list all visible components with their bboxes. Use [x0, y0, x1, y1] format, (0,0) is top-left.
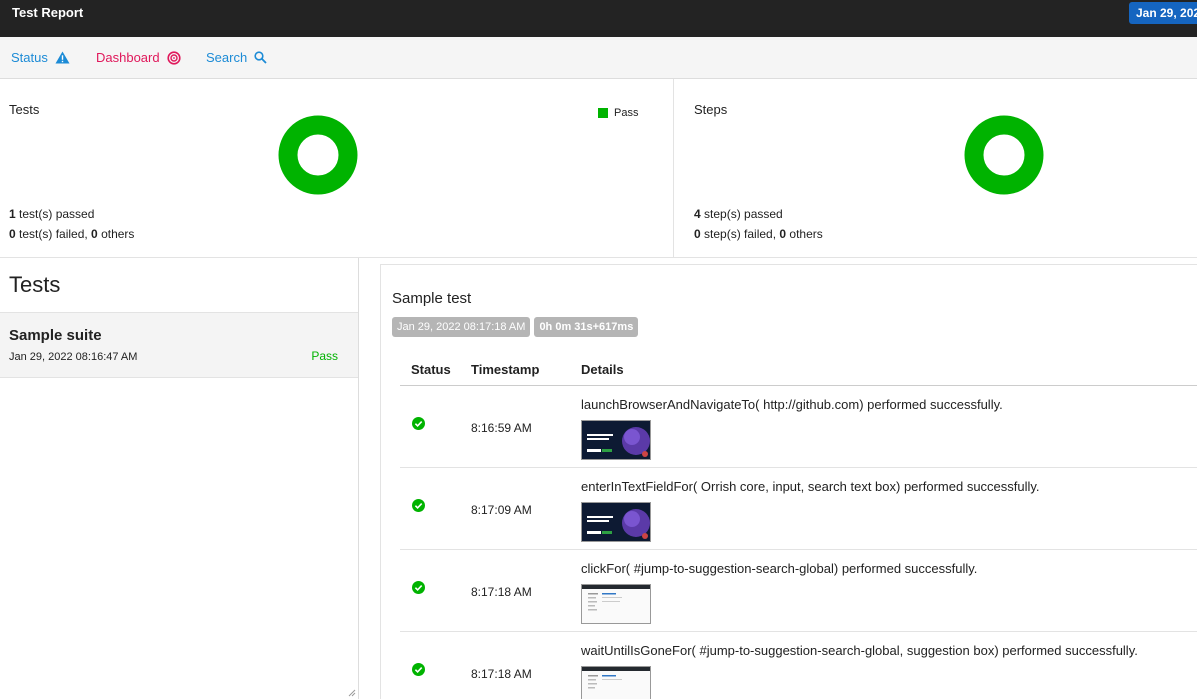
- tests-failed-line: 0 test(s) failed, 0 others: [9, 227, 135, 241]
- table-row: 8:17:18 AM clickFor( #jump-to-suggestion…: [400, 550, 1197, 632]
- steps-failed-line: 0 step(s) failed, 0 others: [694, 227, 823, 241]
- tests-legend: Pass: [598, 107, 638, 119]
- tests-summary-heading: Tests: [9, 102, 40, 117]
- step-details: launchBrowserAndNavigateTo( http://githu…: [581, 397, 1003, 412]
- nav-bar: Status Dashboard Search: [0, 37, 1197, 79]
- step-details: enterInTextFieldFor( Orrish core, input,…: [581, 479, 1040, 494]
- warning-icon: [55, 51, 70, 64]
- table-row: 8:17:09 AM enterInTextFieldFor( Orrish c…: [400, 468, 1197, 550]
- step-timestamp: 8:17:18 AM: [471, 667, 532, 681]
- check-circle-icon: [412, 663, 425, 676]
- pass-legend-label: Pass: [614, 107, 639, 119]
- tests-list-panel: Tests Sample suite Jan 29, 2022 08:16:47…: [0, 258, 359, 699]
- screenshot-thumbnail[interactable]: [581, 420, 651, 460]
- nav-search-label: Search: [206, 50, 248, 65]
- tests-summary-card: Tests Pass 1 test(s) passed 0 test(s) fa…: [0, 79, 674, 258]
- suite-date: Jan 29, 2022 08:16:47 AM: [9, 351, 138, 363]
- nav-dashboard-label: Dashboard: [96, 50, 160, 65]
- start-time-badge: Jan 29, 2022 08:17:18 AM: [392, 317, 531, 337]
- step-timestamp: 8:17:09 AM: [471, 503, 532, 517]
- tests-list-heading: Tests: [9, 272, 61, 297]
- pass-legend-swatch: [598, 108, 608, 118]
- nav-status[interactable]: Status: [11, 50, 70, 65]
- steps-table-header: Status Timestamp Details: [400, 353, 1197, 386]
- check-circle-icon: [412, 417, 425, 430]
- column-status: Status: [411, 362, 451, 377]
- column-timestamp: Timestamp: [471, 362, 540, 377]
- steps-summary-card: Steps 4 step(s) passed 0 step(s) failed,…: [674, 79, 1197, 258]
- resize-grip-icon[interactable]: [348, 689, 356, 697]
- steps-passed-line: 4 step(s) passed: [694, 207, 783, 221]
- test-name: Sample test: [392, 290, 472, 307]
- table-row: 8:17:18 AM waitUntilIsGoneFor( #jump-to-…: [400, 632, 1197, 699]
- search-icon: [254, 51, 267, 64]
- top-bar: Test Report Jan 29, 2022: [0, 0, 1197, 37]
- step-timestamp: 8:16:59 AM: [471, 421, 532, 435]
- duration-badge: 0h 0m 31s+617ms: [534, 317, 639, 337]
- suite-status: Pass: [311, 349, 338, 363]
- test-badges: Jan 29, 2022 08:17:18 AM 0h 0m 31s+617ms: [392, 317, 639, 337]
- suite-name: Sample suite: [9, 327, 102, 344]
- tests-passed-line: 1 test(s) passed: [9, 207, 95, 221]
- column-details: Details: [581, 362, 624, 377]
- step-timestamp: 8:17:18 AM: [471, 585, 532, 599]
- nav-status-label: Status: [11, 50, 48, 65]
- report-date-badge: Jan 29, 2022: [1129, 2, 1197, 24]
- test-list-item[interactable]: Sample suite Jan 29, 2022 08:16:47 AM Pa…: [0, 312, 358, 378]
- nav-search[interactable]: Search: [206, 50, 267, 65]
- tests-donut-chart: [278, 115, 358, 195]
- steps-donut-chart: [964, 115, 1044, 195]
- nav-dashboard[interactable]: Dashboard: [96, 50, 181, 65]
- check-circle-icon: [412, 581, 425, 594]
- screenshot-thumbnail[interactable]: [581, 666, 651, 699]
- test-detail-panel: Sample test Jan 29, 2022 08:17:18 AM 0h …: [380, 264, 1197, 699]
- screenshot-thumbnail[interactable]: [581, 584, 651, 624]
- screenshot-thumbnail[interactable]: [581, 502, 651, 542]
- report-title: Test Report: [12, 5, 84, 20]
- table-row: 8:16:59 AM launchBrowserAndNavigateTo( h…: [400, 386, 1197, 468]
- steps-summary-heading: Steps: [694, 102, 728, 117]
- steps-table: Status Timestamp Details 8:16:59 AM laun…: [400, 353, 1197, 699]
- step-details: clickFor( #jump-to-suggestion-search-glo…: [581, 561, 978, 576]
- step-details: waitUntilIsGoneFor( #jump-to-suggestion-…: [581, 643, 1138, 658]
- check-circle-icon: [412, 499, 425, 512]
- dashboard-icon: [167, 50, 181, 65]
